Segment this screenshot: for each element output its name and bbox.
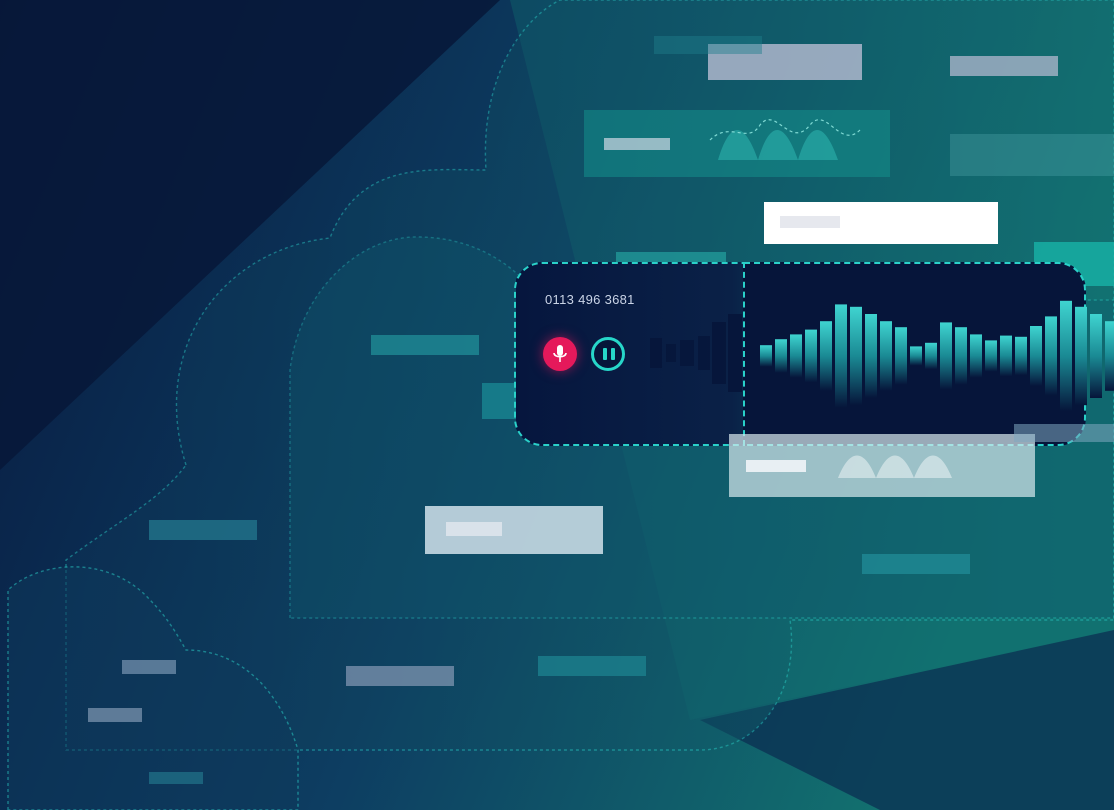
pause-button[interactable] [591,337,625,371]
phone-number: 0113 496 3681 [545,292,635,307]
mic-button[interactable] [543,337,577,371]
waveform-panel [743,262,1086,446]
pause-icon [611,348,615,360]
microphone-icon [553,345,567,362]
illustration: 0113 496 3681 [0,0,1114,810]
pause-icon [603,348,607,360]
